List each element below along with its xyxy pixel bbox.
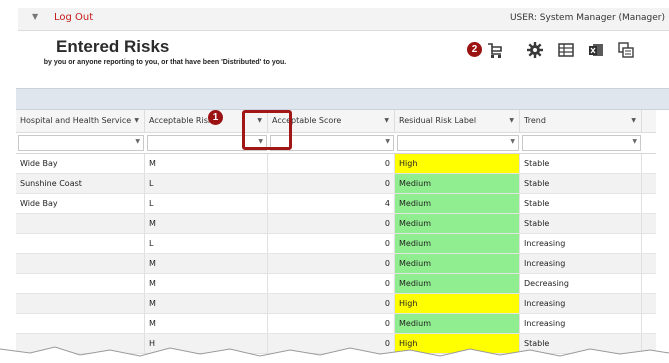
column-header-hhs[interactable]: Hospital and Health Service ▼ xyxy=(16,110,145,132)
filter-hhs[interactable]: ▼ xyxy=(18,135,144,151)
table-row[interactable]: M 0 Medium Decreasing xyxy=(16,274,656,294)
cell-hhs xyxy=(16,254,145,273)
filter-dropdown-icon[interactable]: ▼ xyxy=(632,138,637,145)
cell-acceptable-risk: M xyxy=(145,274,268,293)
grid-panel-header xyxy=(16,88,669,110)
logout-link[interactable]: Log Out xyxy=(54,12,93,23)
sort-arrow-icon[interactable]: ▼ xyxy=(631,110,636,132)
sort-arrow-icon[interactable]: ▼ xyxy=(509,110,514,132)
callout-badge-1: 1 xyxy=(208,110,223,125)
page-title: Entered Risks xyxy=(56,37,170,56)
cell-acceptable-score: 0 xyxy=(268,174,395,193)
cell-hhs: Sunshine Coast xyxy=(16,174,145,193)
torn-edge-decoration xyxy=(0,346,669,363)
table-row[interactable]: M 0 Medium Stable xyxy=(16,214,656,234)
filter-residual-risk-label[interactable]: ▼ xyxy=(397,135,519,151)
grid-view-icon[interactable] xyxy=(556,40,576,60)
cell-acceptable-score: 0 xyxy=(268,314,395,333)
cell-acceptable-risk: L xyxy=(145,174,268,193)
gear-icon[interactable] xyxy=(525,40,545,60)
column-header-row: Hospital and Health Service ▼ Acceptable … xyxy=(16,110,656,133)
filter-trend[interactable]: ▼ xyxy=(522,135,641,151)
cell-residual-risk-label: Medium xyxy=(395,194,520,213)
table-row[interactable]: Wide Bay M 0 High Stable xyxy=(16,154,656,174)
cell-residual-risk-label: High xyxy=(395,154,520,173)
cell-acceptable-score: 0 xyxy=(268,294,395,313)
column-header-trend[interactable]: Trend ▼ xyxy=(520,110,642,132)
cell-trend: Stable xyxy=(520,214,642,233)
menu-dropdown-icon[interactable]: ▼ xyxy=(32,12,38,21)
callout-highlight-box xyxy=(242,110,292,150)
column-header-residual-risk-label[interactable]: Residual Risk Label ▼ xyxy=(395,110,520,132)
page-subtitle: by you or anyone reporting to you, or th… xyxy=(43,59,287,66)
cell-hhs xyxy=(16,294,145,313)
cell-acceptable-risk: M xyxy=(145,254,268,273)
table-row[interactable]: L 0 Medium Increasing xyxy=(16,234,656,254)
cell-trend: Increasing xyxy=(520,234,642,253)
cell-acceptable-risk: L xyxy=(145,234,268,253)
table-row[interactable]: M 0 Medium Increasing xyxy=(16,254,656,274)
cell-hhs: Wide Bay xyxy=(16,194,145,213)
table-row[interactable]: M 0 Medium Increasing xyxy=(16,314,656,334)
cell-acceptable-risk: L xyxy=(145,194,268,213)
cell-trend: Stable xyxy=(520,154,642,173)
cell-hhs xyxy=(16,274,145,293)
cell-trend: Stable xyxy=(520,174,642,193)
top-bar: ▼ Log Out USER: System Manager (Manager) xyxy=(18,8,669,31)
sort-arrow-icon[interactable]: ▼ xyxy=(384,110,389,132)
sort-arrow-icon[interactable]: ▼ xyxy=(134,110,139,132)
excel-export-icon[interactable] xyxy=(586,40,606,60)
cell-trend: Decreasing xyxy=(520,274,642,293)
cell-acceptable-score: 0 xyxy=(268,274,395,293)
cell-residual-risk-label: Medium xyxy=(395,314,520,333)
cell-residual-risk-label: Medium xyxy=(395,214,520,233)
filter-dropdown-icon[interactable]: ▼ xyxy=(385,138,390,145)
table-row[interactable]: Sunshine Coast L 0 Medium Stable xyxy=(16,174,656,194)
filter-row: ▼ ▼ ▼ ▼ ▼ xyxy=(16,133,656,154)
cell-acceptable-score: 0 xyxy=(268,234,395,253)
cell-residual-risk-label: High xyxy=(395,294,520,313)
cell-hhs xyxy=(16,214,145,233)
cell-trend: Increasing xyxy=(520,314,642,333)
cell-residual-risk-label: Medium xyxy=(395,234,520,253)
cell-acceptable-score: 0 xyxy=(268,214,395,233)
cell-residual-risk-label: Medium xyxy=(395,274,520,293)
cell-residual-risk-label: Medium xyxy=(395,254,520,273)
cell-acceptable-score: 0 xyxy=(268,154,395,173)
cell-trend: Stable xyxy=(520,194,642,213)
cell-residual-risk-label: Medium xyxy=(395,174,520,193)
page: ▼ Log Out USER: System Manager (Manager)… xyxy=(0,0,669,363)
cell-acceptable-score: 4 xyxy=(268,194,395,213)
cell-acceptable-risk: M xyxy=(145,154,268,173)
cell-hhs xyxy=(16,234,145,253)
table-row[interactable]: Wide Bay L 4 Medium Stable xyxy=(16,194,656,214)
filter-dropdown-icon[interactable]: ▼ xyxy=(510,138,515,145)
cell-hhs xyxy=(16,314,145,333)
cell-trend: Increasing xyxy=(520,254,642,273)
cell-acceptable-risk: M xyxy=(145,314,268,333)
cell-hhs: Wide Bay xyxy=(16,154,145,173)
filter-dropdown-icon[interactable]: ▼ xyxy=(135,138,140,145)
print-icon[interactable] xyxy=(616,40,636,60)
callout-badge-2: 2 xyxy=(467,42,482,57)
cart-icon[interactable] xyxy=(485,40,505,60)
cell-trend: Increasing xyxy=(520,294,642,313)
cell-acceptable-risk: M xyxy=(145,294,268,313)
cell-acceptable-risk: M xyxy=(145,214,268,233)
table-row[interactable]: M 0 High Increasing xyxy=(16,294,656,314)
cell-acceptable-score: 0 xyxy=(268,254,395,273)
current-user-label: USER: System Manager (Manager) xyxy=(509,13,665,23)
